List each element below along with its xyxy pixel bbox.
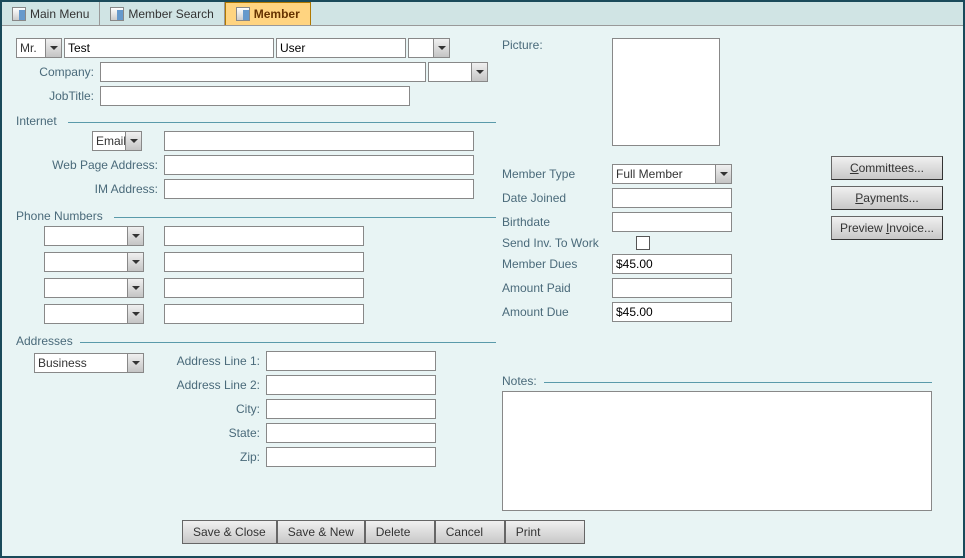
chevron-down-icon bbox=[433, 39, 449, 57]
tab-member[interactable]: Member bbox=[225, 2, 311, 25]
birthdate-input[interactable] bbox=[612, 212, 732, 232]
phones-section-label: Phone Numbers bbox=[16, 209, 107, 223]
addr1-input[interactable] bbox=[266, 351, 436, 371]
tab-label: Member Search bbox=[128, 7, 213, 21]
address-type-combo[interactable]: Business bbox=[34, 353, 144, 373]
chevron-down-icon bbox=[127, 253, 143, 271]
state-input[interactable] bbox=[266, 423, 436, 443]
memtype-value: Full Member bbox=[616, 167, 683, 181]
notes-textarea[interactable] bbox=[502, 391, 932, 511]
addr2-input[interactable] bbox=[266, 375, 436, 395]
jobtitle-input[interactable] bbox=[100, 86, 410, 106]
title-value: Mr. bbox=[20, 41, 37, 55]
phone2-type-combo[interactable] bbox=[44, 252, 144, 272]
payments-button[interactable]: Payments... bbox=[831, 186, 943, 210]
email-input[interactable] bbox=[164, 131, 474, 151]
paid-label: Amount Paid bbox=[502, 281, 612, 295]
last-name-input[interactable] bbox=[276, 38, 406, 58]
address-type-value: Business bbox=[38, 356, 87, 370]
suffix-combo[interactable] bbox=[408, 38, 450, 58]
chevron-down-icon bbox=[127, 354, 143, 372]
company-label: Company: bbox=[16, 65, 100, 79]
btn-text: ayments... bbox=[863, 191, 918, 205]
zip-label: Zip: bbox=[166, 450, 266, 464]
picture-box[interactable] bbox=[612, 38, 720, 146]
phone3-input[interactable] bbox=[164, 278, 364, 298]
picture-label: Picture: bbox=[502, 38, 612, 52]
form-body: Mr. Company: JobTitle: Internet bbox=[2, 26, 963, 554]
chevron-down-icon bbox=[125, 132, 141, 150]
tab-label: Member bbox=[254, 7, 300, 21]
member-form-window: Main Menu Member Search Member Mr. Compa… bbox=[0, 0, 965, 558]
title-combo[interactable]: Mr. bbox=[16, 38, 62, 58]
state-label: State: bbox=[166, 426, 266, 440]
im-input[interactable] bbox=[164, 179, 474, 199]
dues-label: Member Dues bbox=[502, 257, 612, 271]
tab-member-search[interactable]: Member Search bbox=[100, 2, 224, 25]
email-type-combo[interactable]: Email bbox=[92, 131, 142, 151]
chevron-down-icon bbox=[127, 227, 143, 245]
phone4-input[interactable] bbox=[164, 304, 364, 324]
webpage-input[interactable] bbox=[164, 155, 474, 175]
sendinv-label: Send Inv. To Work bbox=[502, 236, 636, 250]
due-input[interactable] bbox=[612, 302, 732, 322]
chevron-down-icon bbox=[127, 305, 143, 323]
preview-invoice-button[interactable]: Preview Invoice... bbox=[831, 216, 943, 240]
notes-section-label: Notes: bbox=[502, 374, 541, 388]
tab-label: Main Menu bbox=[30, 7, 89, 21]
zip-input[interactable] bbox=[266, 447, 436, 467]
tab-strip: Main Menu Member Search Member bbox=[2, 2, 963, 26]
chevron-down-icon bbox=[45, 39, 61, 57]
due-label: Amount Due bbox=[502, 305, 612, 319]
addr1-label: Address Line 1: bbox=[166, 354, 266, 368]
jobtitle-label: JobTitle: bbox=[16, 89, 100, 103]
save-close-button[interactable]: Save & Close bbox=[182, 520, 277, 544]
dues-input[interactable] bbox=[612, 254, 732, 274]
im-label: IM Address: bbox=[16, 182, 164, 196]
action-toolbar: Save & Close Save & New Delete Cancel Pr… bbox=[182, 520, 585, 544]
form-icon bbox=[12, 7, 26, 21]
first-name-input[interactable] bbox=[64, 38, 274, 58]
tab-main-menu[interactable]: Main Menu bbox=[2, 2, 100, 25]
chevron-down-icon bbox=[471, 63, 487, 81]
memtype-label: Member Type bbox=[502, 167, 612, 181]
memtype-combo[interactable]: Full Member bbox=[612, 164, 732, 184]
addresses-section-label: Addresses bbox=[16, 334, 77, 348]
phone4-type-combo[interactable] bbox=[44, 304, 144, 324]
print-button[interactable]: Print bbox=[505, 520, 585, 544]
btn-text: ommittees... bbox=[859, 161, 924, 175]
phone1-type-combo[interactable] bbox=[44, 226, 144, 246]
chevron-down-icon bbox=[715, 165, 731, 183]
internet-section-label: Internet bbox=[16, 114, 61, 128]
cancel-button[interactable]: Cancel bbox=[435, 520, 505, 544]
city-label: City: bbox=[166, 402, 266, 416]
webpage-label: Web Page Address: bbox=[16, 158, 164, 172]
datejoined-input[interactable] bbox=[612, 188, 732, 208]
delete-button[interactable]: Delete bbox=[365, 520, 435, 544]
paid-input[interactable] bbox=[612, 278, 732, 298]
company-input[interactable] bbox=[100, 62, 426, 82]
city-input[interactable] bbox=[266, 399, 436, 419]
addr2-label: Address Line 2: bbox=[166, 378, 266, 392]
phone2-input[interactable] bbox=[164, 252, 364, 272]
birthdate-label: Birthdate bbox=[502, 215, 612, 229]
phone3-type-combo[interactable] bbox=[44, 278, 144, 298]
datejoined-label: Date Joined bbox=[502, 191, 612, 205]
company-combo[interactable] bbox=[428, 62, 488, 82]
email-type-value: Email bbox=[96, 134, 126, 148]
form-icon bbox=[236, 7, 250, 21]
committees-button[interactable]: Committees... bbox=[831, 156, 943, 180]
form-icon bbox=[110, 7, 124, 21]
save-new-button[interactable]: Save & New bbox=[277, 520, 365, 544]
chevron-down-icon bbox=[127, 279, 143, 297]
phone1-input[interactable] bbox=[164, 226, 364, 246]
sendinv-checkbox[interactable] bbox=[636, 236, 650, 250]
